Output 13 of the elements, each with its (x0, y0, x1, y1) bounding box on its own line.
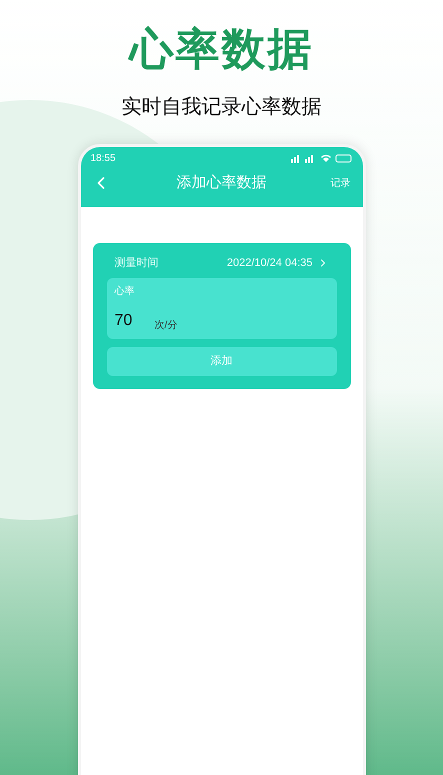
page-title: 添加心率数据 (176, 172, 268, 193)
field-label: 心率 (114, 284, 136, 298)
unit-label: 次/分 (154, 318, 178, 332)
time-label: 测量时间 (114, 256, 158, 271)
heart-rate-field[interactable]: 心率 70 次/分 (106, 278, 336, 338)
status-time: 18:55 (90, 152, 116, 166)
field-value: 70 (114, 310, 134, 330)
status-icons-drawing (290, 154, 352, 162)
add-button[interactable]: 添加 (106, 346, 336, 376)
headline-title: 心率数据 (130, 24, 314, 76)
records-button[interactable]: 记录 (328, 176, 352, 190)
headline-subtitle: 实时自我记录心率数据 (122, 95, 322, 120)
time-picker[interactable]: 2022/10/24 04:35 (226, 255, 328, 272)
